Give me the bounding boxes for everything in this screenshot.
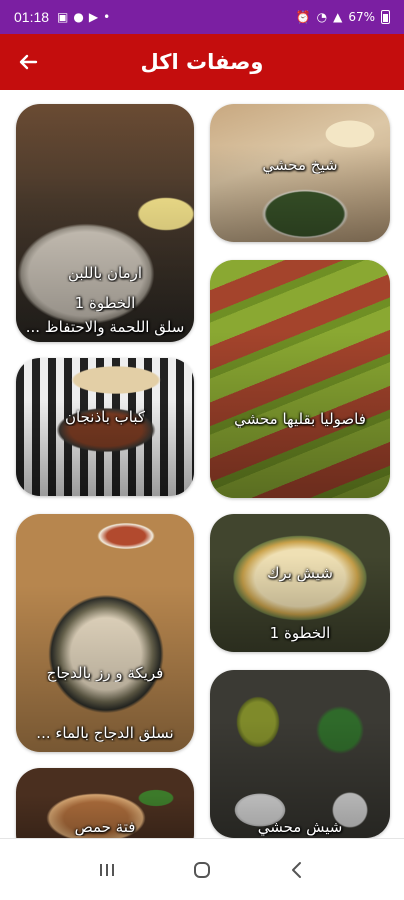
home-icon[interactable] bbox=[182, 850, 222, 890]
recipe-card[interactable]: شيش برك الخطوة 1 bbox=[210, 514, 390, 652]
recipe-card[interactable]: فريكة و رز بالدجاج نسلق الدجاج بالماء ..… bbox=[16, 514, 194, 752]
recipe-title: فتة حمص bbox=[74, 818, 136, 836]
recipe-card[interactable]: فاصوليا بقليها محشي bbox=[210, 260, 390, 498]
recipe-title: شيش برك bbox=[267, 564, 333, 582]
back-icon[interactable] bbox=[277, 850, 317, 890]
wifi-icon: ◔ bbox=[316, 10, 328, 24]
recipe-title: ارمان باللبن bbox=[67, 264, 143, 282]
recent-apps-icon[interactable] bbox=[87, 850, 127, 890]
recipe-card[interactable]: كباب باذنجان bbox=[16, 358, 194, 496]
recipe-title: شيخ محشي bbox=[262, 156, 338, 174]
recipe-grid: شيخ محشي فاصوليا بقليها محشي شيش برك الخ… bbox=[0, 90, 404, 838]
recipe-step: الخطوة 1 bbox=[74, 294, 136, 312]
alarm-icon: ⏰ bbox=[295, 10, 311, 24]
recipe-description: سلق اللحمة والاحتفاظ ... bbox=[25, 318, 185, 336]
recipe-card[interactable]: فتة حمص bbox=[16, 768, 194, 838]
recipe-card[interactable]: شيخ محشي bbox=[210, 104, 390, 242]
notification-icons: ▣ ● ▶ • bbox=[57, 10, 110, 24]
battery-percent: 67% bbox=[348, 10, 375, 24]
back-arrow-icon[interactable] bbox=[14, 48, 42, 76]
system-icons: ⏰ ◔ ▲ 67% bbox=[296, 10, 390, 24]
message-icon: ● bbox=[73, 10, 84, 24]
dot-icon: • bbox=[103, 10, 111, 24]
status-time: 01:18 bbox=[14, 9, 50, 25]
video-icon: ▶ bbox=[88, 10, 99, 24]
recipe-title: كباب باذنجان bbox=[65, 408, 145, 426]
recipe-step: الخطوة 1 bbox=[269, 624, 331, 642]
page-title: وصفات اكل bbox=[140, 50, 264, 74]
gallery-icon: ▣ bbox=[57, 10, 69, 24]
app-bar: وصفات اكل bbox=[0, 34, 404, 90]
recipe-description: نسلق الدجاج بالماء ... bbox=[36, 724, 174, 742]
battery-icon bbox=[381, 10, 390, 24]
system-nav-bar bbox=[0, 838, 404, 900]
recipe-card[interactable]: شيش محشي bbox=[210, 670, 390, 838]
recipe-card[interactable]: ارمان باللبن الخطوة 1 سلق اللحمة والاحتف… bbox=[16, 104, 194, 342]
recipe-title: شيش محشي bbox=[257, 818, 343, 836]
status-bar: 01:18 ▣ ● ▶ • ⏰ ◔ ▲ 67% bbox=[0, 0, 404, 34]
signal-icon: ▲ bbox=[333, 10, 343, 24]
recipe-title: فاصوليا بقليها محشي bbox=[234, 410, 366, 428]
recipe-title: فريكة و رز بالدجاج bbox=[46, 664, 164, 682]
